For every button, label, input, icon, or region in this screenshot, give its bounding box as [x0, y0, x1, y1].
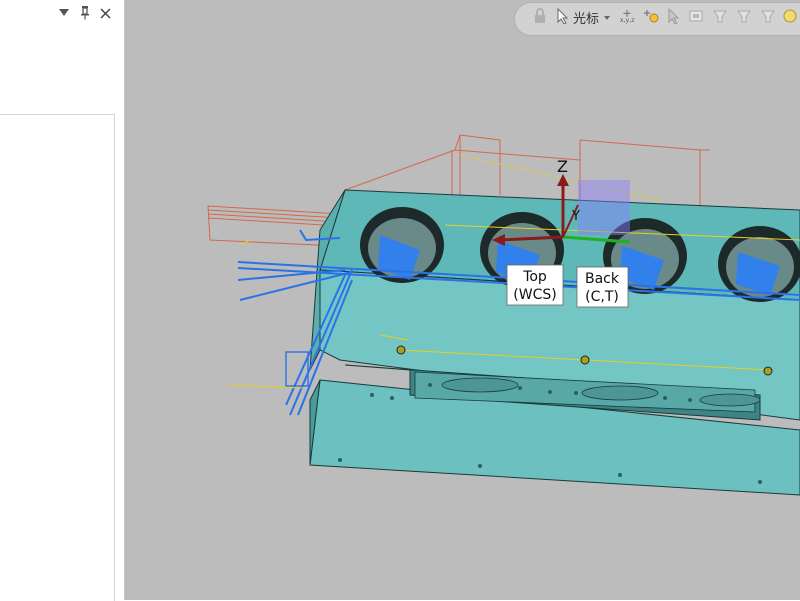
- view-label-top-line1: Top: [522, 269, 547, 285]
- close-icon: [99, 7, 111, 19]
- axis-y-label: Y: [571, 209, 580, 224]
- render-mode-label[interactable]: 光标: [573, 8, 599, 27]
- svg-text:x,y,z: x,y,z: [620, 17, 635, 24]
- shading-icon: [783, 9, 797, 23]
- view-label-back-line2: (C,T): [585, 289, 619, 305]
- view-label-top: Top (WCS): [506, 264, 564, 306]
- select-arrow-icon: [668, 8, 680, 24]
- filter-button-3[interactable]: [760, 8, 776, 24]
- view-label-back: Back (C,T): [576, 266, 629, 308]
- filter-icon: [713, 10, 727, 23]
- graphics-viewport[interactable]: Z Y Top (WCS) Back (C,T): [125, 0, 800, 600]
- panel-header: [0, 0, 124, 28]
- select-arrow-button[interactable]: [666, 8, 682, 24]
- lock-icon: [535, 8, 545, 23]
- view-label-back-line1: Back: [585, 271, 620, 287]
- dropdown-triangle-icon: [59, 9, 69, 16]
- filter-icon: [761, 10, 775, 23]
- axis-z-label: Z: [557, 157, 568, 176]
- lock-button[interactable]: [532, 8, 548, 24]
- filter-button-2[interactable]: [736, 8, 752, 24]
- render-mode-dropdown[interactable]: [603, 10, 611, 26]
- cursor-mode-button[interactable]: [555, 8, 571, 24]
- coordinate-xyz-button[interactable]: x,y,z: [619, 8, 635, 24]
- cursor-icon: [557, 8, 569, 24]
- chevron-down-icon: [604, 16, 610, 20]
- view-label-top-line2: (WCS): [513, 287, 556, 303]
- snap-point-button[interactable]: [644, 8, 660, 24]
- shading-button[interactable]: [782, 8, 798, 24]
- filter-icon: [737, 10, 751, 23]
- panel-menu-button[interactable]: [55, 4, 73, 22]
- coordinate-xyz-icon: x,y,z: [620, 9, 635, 24]
- panel-content-area: [0, 114, 115, 601]
- side-panel: [0, 0, 125, 601]
- pin-icon: [81, 6, 89, 20]
- panel-pin-button[interactable]: [76, 4, 94, 22]
- view-box-button[interactable]: [688, 8, 704, 24]
- view-box-icon: [689, 10, 703, 22]
- snap-point-icon: [644, 10, 659, 23]
- panel-close-button[interactable]: [96, 4, 114, 22]
- filter-button-1[interactable]: [712, 8, 728, 24]
- cad-scene[interactable]: Z Y Top (WCS) Back (C,T): [125, 0, 800, 600]
